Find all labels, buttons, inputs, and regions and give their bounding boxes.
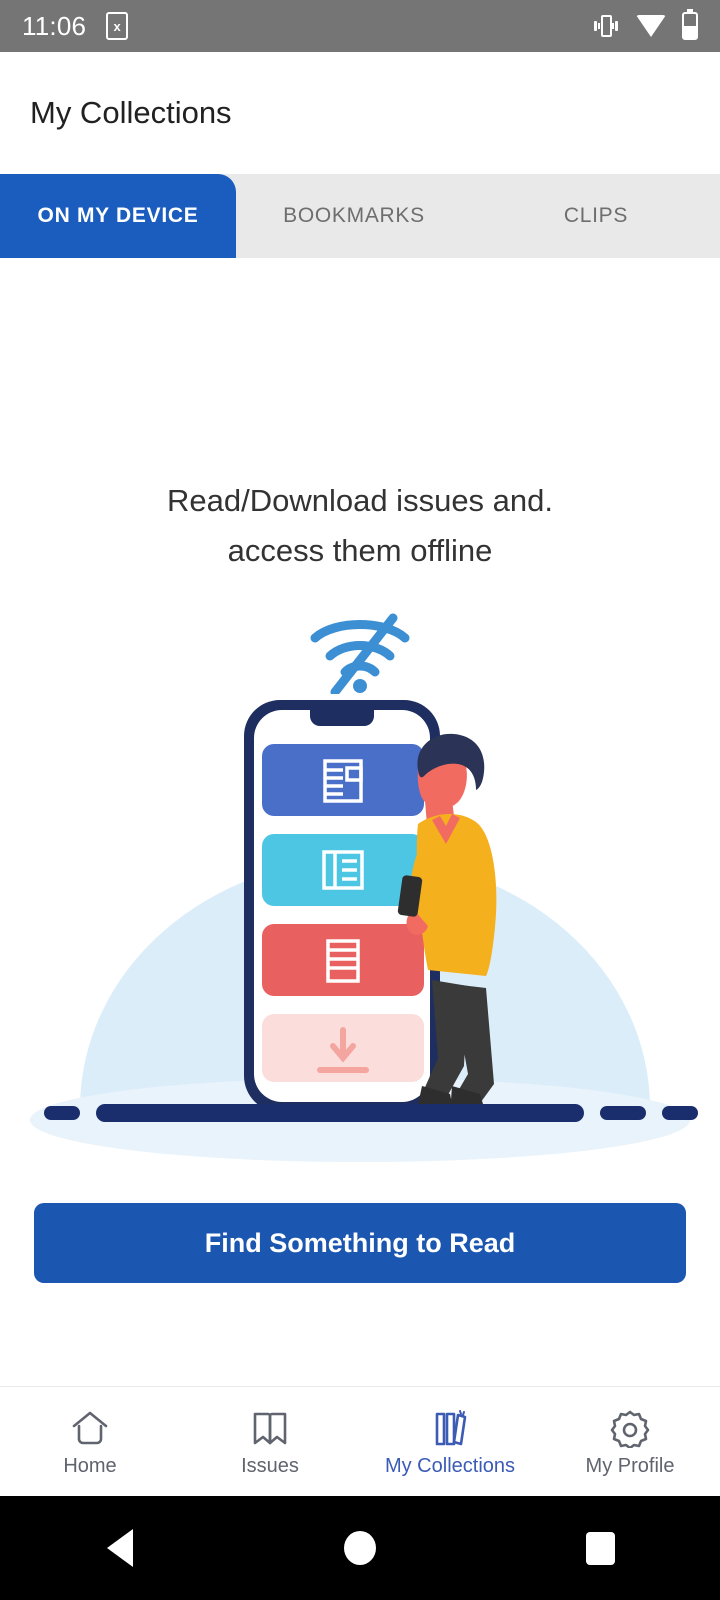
android-navigation-bar <box>0 1496 720 1600</box>
page-title: My Collections <box>30 95 232 130</box>
find-something-to-read-button[interactable]: Find Something to Read <box>34 1203 686 1283</box>
sim-card-x-icon: x <box>106 12 129 40</box>
home-icon <box>69 1406 111 1448</box>
status-time: 11:06 <box>22 10 87 41</box>
status-bar: 11:06 x <box>0 0 720 52</box>
recents-square-icon <box>585 1531 615 1565</box>
empty-state-headline: Read/Download issues and. access them of… <box>0 476 720 575</box>
battery-icon <box>682 9 698 40</box>
tab-on-my-device[interactable]: ON MY DEVICE <box>0 174 236 258</box>
bottom-navigation: Home Issues My Collections My Profile <box>0 1386 720 1496</box>
headline-line-2: access them offline <box>227 532 493 568</box>
status-icons <box>592 9 698 40</box>
app-screen: 11:06 x My Collections ON MY DEVICE BOOK… <box>0 0 720 1600</box>
nav-label-home: Home <box>63 1454 117 1477</box>
app-bar: My Collections <box>0 52 720 174</box>
tab-bookmarks[interactable]: BOOKMARKS <box>236 174 472 258</box>
gear-icon <box>609 1406 651 1448</box>
nav-item-my-profile[interactable]: My Profile <box>540 1387 720 1496</box>
tab-clips[interactable]: CLIPS <box>472 174 720 258</box>
tab-bar: ON MY DEVICE BOOKMARKS CLIPS <box>0 174 720 258</box>
nav-label-issues: Issues <box>241 1454 299 1477</box>
nav-item-home[interactable]: Home <box>0 1387 180 1496</box>
nav-item-my-collections[interactable]: My Collections <box>360 1387 540 1496</box>
illus-card-blue <box>262 744 424 816</box>
android-recents-button[interactable] <box>480 1531 720 1565</box>
books-shelf-icon <box>429 1406 471 1448</box>
offline-reading-illustration <box>30 700 698 1162</box>
android-home-button[interactable] <box>240 1531 480 1565</box>
home-circle-icon <box>344 1531 376 1565</box>
back-triangle-icon <box>107 1529 133 1567</box>
wifi-icon <box>636 15 666 37</box>
nav-item-issues[interactable]: Issues <box>180 1387 360 1496</box>
empty-state-content: Read/Download issues and. access them of… <box>0 258 720 1386</box>
nav-label-my-profile: My Profile <box>585 1454 675 1477</box>
book-open-icon <box>249 1406 291 1448</box>
android-back-button[interactable] <box>0 1529 240 1567</box>
vibrate-icon <box>592 13 620 39</box>
wifi-off-icon <box>310 613 410 694</box>
headline-line-1: Read/Download issues and. <box>166 483 554 518</box>
nav-label-my-collections: My Collections <box>384 1454 516 1477</box>
sim-card-glyph: x <box>113 18 121 34</box>
